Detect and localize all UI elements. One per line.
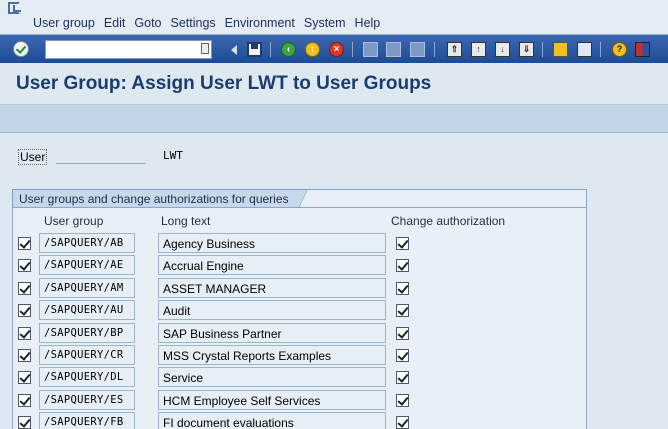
change-authorization-checkbox[interactable] xyxy=(396,349,409,362)
last-page-icon[interactable]: ⇓ xyxy=(519,42,534,57)
help-icon[interactable]: ? xyxy=(612,42,627,57)
assign-checkbox[interactable] xyxy=(18,349,31,362)
find-icon[interactable] xyxy=(386,42,401,57)
exit-icon[interactable]: ↑ xyxy=(305,42,320,57)
change-authorization-checkbox[interactable] xyxy=(396,371,409,385)
menu-goto[interactable]: Goto xyxy=(134,16,161,30)
create-session-icon[interactable] xyxy=(553,42,568,57)
page-title: User Group: Assign User LWT to User Grou… xyxy=(16,73,432,94)
user-group-field: /SAPQUERY/BP xyxy=(39,322,135,343)
long-text-field: MSS Crystal Reports Examples xyxy=(158,345,386,365)
toolbar-separator xyxy=(600,42,601,57)
menu-help[interactable]: Help xyxy=(355,16,381,30)
enter-icon[interactable] xyxy=(13,41,29,57)
collapse-arrow-icon[interactable] xyxy=(231,45,237,55)
table-row: /SAPQUERY/DL Service xyxy=(0,366,668,388)
assign-checkbox[interactable] xyxy=(18,304,31,318)
title-bar: User Group: Assign User LWT to User Grou… xyxy=(0,63,668,105)
user-label-underline xyxy=(56,163,146,164)
long-text-field: ASSET MANAGER xyxy=(158,277,386,298)
change-authorization-checkbox[interactable] xyxy=(396,281,409,295)
application-toolbar xyxy=(0,105,668,133)
previous-page-icon[interactable]: ↑ xyxy=(471,42,486,57)
toolbar-separator xyxy=(352,42,353,57)
first-page-icon[interactable]: ⇑ xyxy=(447,42,462,57)
cancel-icon[interactable]: × xyxy=(329,42,344,57)
toolbar-separator xyxy=(434,42,435,57)
assign-checkbox[interactable] xyxy=(18,281,31,295)
user-group-field: /SAPQUERY/FB xyxy=(39,412,135,429)
table-row: /SAPQUERY/AB Agency Business xyxy=(0,232,668,254)
user-group-field: /SAPQUERY/ES xyxy=(39,389,135,410)
menu: User group Edit Goto Settings Environmen… xyxy=(33,16,389,30)
long-text-field: HCM Employee Self Services xyxy=(158,389,386,410)
next-page-icon[interactable]: ↓ xyxy=(495,42,510,57)
find-next-icon[interactable] xyxy=(410,42,425,57)
print-icon[interactable] xyxy=(363,42,378,57)
table-row: /SAPQUERY/AE Accrual Engine xyxy=(0,254,668,276)
box-title: User groups and change authorizations fo… xyxy=(12,189,307,208)
long-text-field: SAP Business Partner xyxy=(158,322,386,343)
system-menu-icon[interactable] xyxy=(8,2,21,14)
assign-checkbox[interactable] xyxy=(18,416,31,429)
user-group-field: /SAPQUERY/DL xyxy=(39,367,135,388)
save-icon[interactable] xyxy=(247,42,262,57)
table-row: /SAPQUERY/AU Audit xyxy=(0,299,668,321)
table-row: /SAPQUERY/BP SAP Business Partner xyxy=(0,322,668,344)
user-group-field: /SAPQUERY/AU xyxy=(39,300,135,321)
menu-settings[interactable]: Settings xyxy=(171,16,216,30)
menu-user-group[interactable]: User group xyxy=(33,16,95,30)
user-label: User xyxy=(18,149,48,165)
user-group-field: /SAPQUERY/AB xyxy=(39,233,135,253)
menu-bar: User group Edit Goto Settings Environmen… xyxy=(0,0,668,34)
standard-toolbar: ‹ ↑ × ⇑ ↑ ↓ ⇓ ? xyxy=(0,34,668,63)
back-icon[interactable]: ‹ xyxy=(281,42,296,57)
change-authorization-checkbox[interactable] xyxy=(396,416,409,429)
shortcut-icon[interactable] xyxy=(577,42,592,57)
assign-checkbox[interactable] xyxy=(18,393,31,407)
long-text-field: Accrual Engine xyxy=(158,255,386,276)
table-row: /SAPQUERY/AM ASSET MANAGER xyxy=(0,277,668,299)
toolbar-separator xyxy=(270,42,271,57)
command-history-icon[interactable] xyxy=(201,43,209,54)
user-group-field: /SAPQUERY/AE xyxy=(39,255,135,276)
long-text-field: Audit xyxy=(158,300,386,321)
user-value: LWT xyxy=(163,149,183,162)
change-authorization-checkbox[interactable] xyxy=(396,237,409,250)
assign-checkbox[interactable] xyxy=(18,259,31,273)
command-field[interactable] xyxy=(45,40,212,59)
change-authorization-checkbox[interactable] xyxy=(396,393,409,407)
table-row: /SAPQUERY/CR MSS Crystal Reports Examples xyxy=(0,344,668,366)
col-header-long-text: Long text xyxy=(161,214,211,228)
long-text-field: Service xyxy=(158,367,386,388)
assign-checkbox[interactable] xyxy=(18,326,31,340)
col-header-user-group: User group xyxy=(44,214,104,228)
col-header-change-authorization: Change authorization xyxy=(391,214,506,228)
long-text-field: Agency Business xyxy=(158,233,386,253)
menu-edit[interactable]: Edit xyxy=(104,16,126,30)
assign-checkbox[interactable] xyxy=(18,237,31,250)
table-row: /SAPQUERY/FB FI document evaluations xyxy=(0,411,668,429)
menu-system[interactable]: System xyxy=(304,16,346,30)
long-text-field: FI document evaluations xyxy=(158,412,386,429)
menu-environment[interactable]: Environment xyxy=(225,16,295,30)
table-row: /SAPQUERY/ES HCM Employee Self Services xyxy=(0,389,668,411)
user-group-field: /SAPQUERY/AM xyxy=(39,277,135,298)
toolbar-separator xyxy=(542,42,543,57)
change-authorization-checkbox[interactable] xyxy=(396,326,409,340)
user-group-field: /SAPQUERY/CR xyxy=(39,345,135,365)
change-authorization-checkbox[interactable] xyxy=(396,259,409,273)
assign-checkbox[interactable] xyxy=(18,371,31,385)
change-authorization-checkbox[interactable] xyxy=(396,304,409,318)
layout-icon[interactable] xyxy=(635,42,650,57)
